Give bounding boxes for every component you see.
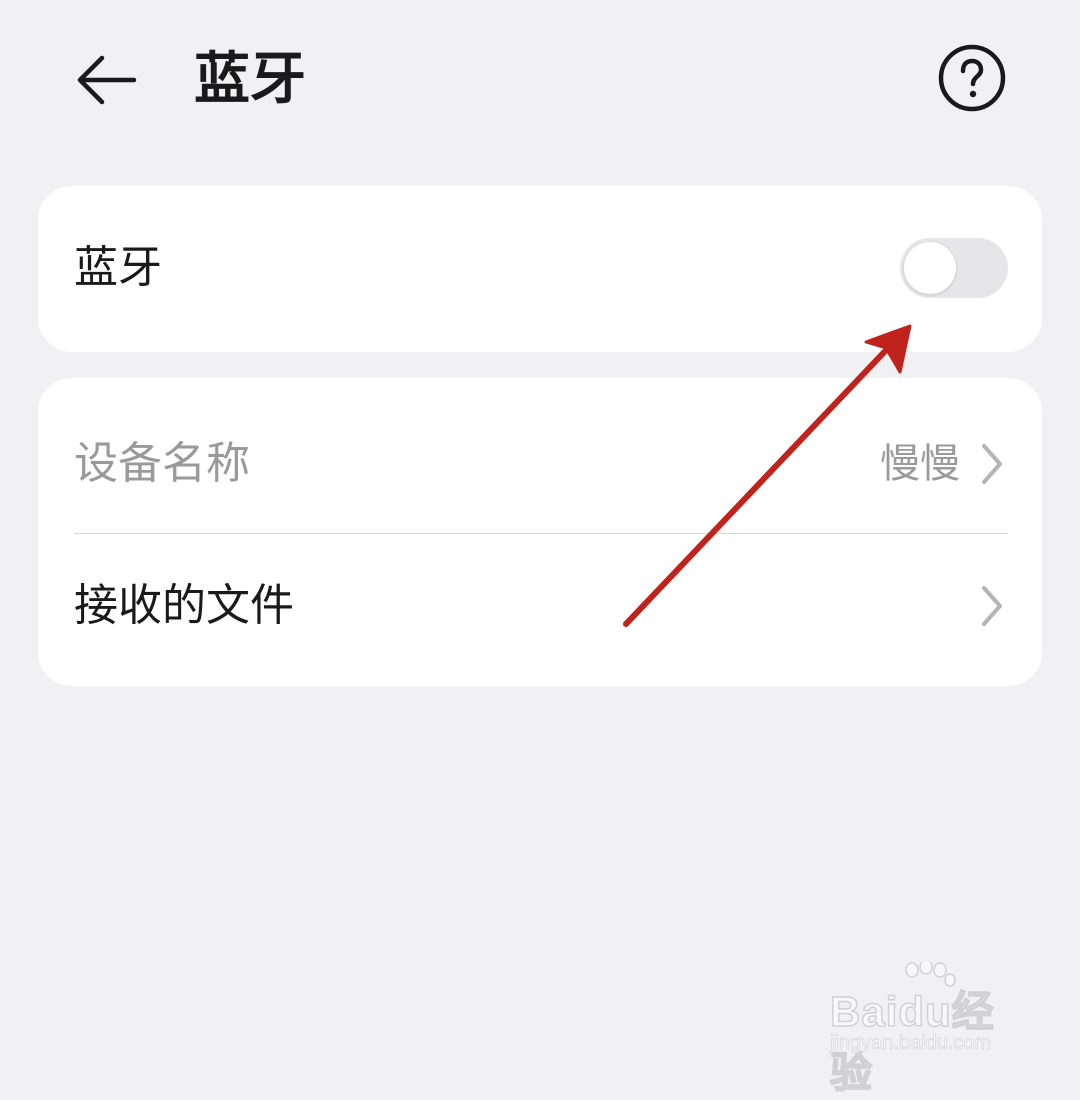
device-name-row[interactable]: 设备名称 慢慢 [38, 378, 1042, 533]
question-circle-icon [938, 44, 1006, 112]
help-button[interactable] [936, 42, 1008, 114]
device-name-value: 慢慢 [880, 441, 960, 487]
back-button[interactable] [70, 44, 142, 116]
bluetooth-toggle[interactable] [900, 238, 1008, 298]
bluetooth-row[interactable]: 蓝牙 [38, 186, 1042, 352]
bluetooth-card: 蓝牙 [38, 186, 1042, 352]
settings-card: 设备名称 慢慢 接收的文件 [38, 378, 1042, 686]
toggle-knob [904, 242, 956, 294]
baidu-jingyan-watermark: Baidu经验 jingyan.baidu.com [826, 962, 1026, 1097]
title-bar: 蓝牙 [0, 0, 1080, 160]
chevron-right-icon [982, 444, 1002, 484]
page-title: 蓝牙 [194, 47, 306, 112]
received-files-label: 接收的文件 [74, 580, 294, 631]
device-name-label: 设备名称 [74, 438, 250, 489]
arrow-left-icon [77, 55, 137, 105]
watermark-url: jingyan.baidu.com [830, 1032, 992, 1055]
bluetooth-label: 蓝牙 [74, 242, 162, 293]
received-files-row[interactable]: 接收的文件 [38, 534, 1042, 686]
chevron-right-icon [982, 586, 1002, 626]
